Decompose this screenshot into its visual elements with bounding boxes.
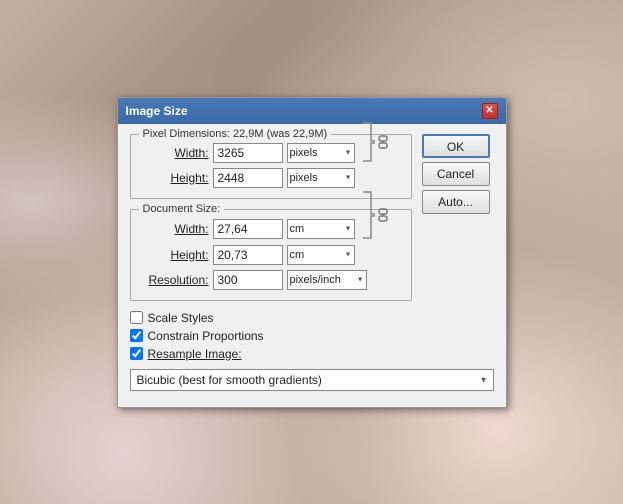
resample-method-select[interactable]: Bicubic (best for smooth gradients) Bicu… [130,369,494,391]
constrain-proportions-checkbox[interactable] [130,329,143,342]
pixel-width-row: Width: pixels percent [141,143,401,163]
doc-width-unit-wrapper[interactable]: cm inches mm [287,219,355,239]
dialog-overlay: Image Size ✕ Pixel Dimensions: 22,9M (wa… [0,0,623,504]
doc-height-unit-select[interactable]: cm inches mm [287,245,355,265]
auto-button[interactable]: Auto... [422,190,490,214]
ok-button[interactable]: OK [422,134,490,158]
document-size-group: Document Size: Width: cm inches mm [130,209,412,301]
document-size-label: Document Size: [139,203,225,215]
pixel-dimensions-label: Pixel Dimensions: 22,9M (was 22,9M) [139,128,332,140]
chain-icon [377,135,389,149]
resample-method-row: Bicubic (best for smooth gradients) Bicu… [118,365,506,391]
image-size-dialog: Image Size ✕ Pixel Dimensions: 22,9M (wa… [117,97,507,408]
resolution-unit-wrapper[interactable]: pixels/inch pixels/cm [287,270,367,290]
resample-image-label[interactable]: Resample Image: [148,347,242,361]
pixel-width-unit-select[interactable]: pixels percent [287,143,355,163]
doc-height-unit-wrapper[interactable]: cm inches mm [287,245,355,265]
scale-styles-label[interactable]: Scale Styles [148,311,214,325]
pixel-height-unit-wrapper[interactable]: pixels percent [287,168,355,188]
resolution-label: Resolution: [141,273,209,287]
doc-height-input[interactable] [213,245,283,265]
doc-width-row: Width: cm inches mm [141,218,401,240]
resolution-input[interactable] [213,270,283,290]
resolution-unit-select[interactable]: pixels/inch pixels/cm [287,270,367,290]
doc-width-unit-select[interactable]: cm inches mm [287,219,355,239]
dialog-buttons: OK Cancel Auto... [422,134,494,311]
pixel-width-input[interactable] [213,143,283,163]
resample-image-row: Resample Image: [130,347,494,361]
chain-icon-doc [377,208,389,222]
doc-width-label: Width: [141,222,209,236]
checkboxes-area: Scale Styles Constrain Proportions Resam… [118,311,506,361]
pixel-height-row: Height: pixels percent [141,168,401,188]
constrain-proportions-label[interactable]: Constrain Proportions [148,329,264,343]
pixel-height-unit-select[interactable]: pixels percent [287,168,355,188]
resample-method-wrapper[interactable]: Bicubic (best for smooth gradients) Bicu… [130,369,494,391]
resolution-row: Resolution: pixels/inch pixels/cm [141,270,401,290]
scale-styles-checkbox[interactable] [130,311,143,324]
pixel-height-input[interactable] [213,168,283,188]
doc-height-row: Height: cm inches mm [141,245,401,265]
pixel-height-label: Height: [141,171,209,185]
cancel-button[interactable]: Cancel [422,162,490,186]
scale-styles-row: Scale Styles [130,311,494,325]
pixel-width-label: Width: [141,146,209,160]
pixel-width-unit-wrapper[interactable]: pixels percent [287,143,355,163]
resample-image-checkbox[interactable] [130,347,143,360]
doc-width-input[interactable] [213,219,283,239]
dialog-left: Pixel Dimensions: 22,9M (was 22,9M) Widt… [130,134,412,311]
link-bracket-pixel [361,121,375,163]
title-bar: Image Size ✕ [118,98,506,124]
link-bracket-doc [361,190,375,240]
constrain-proportions-row: Constrain Proportions [130,329,494,343]
doc-height-label: Height: [141,248,209,262]
close-button[interactable]: ✕ [482,103,498,119]
dialog-title: Image Size [126,104,188,118]
dialog-body: Pixel Dimensions: 22,9M (was 22,9M) Widt… [118,124,506,311]
